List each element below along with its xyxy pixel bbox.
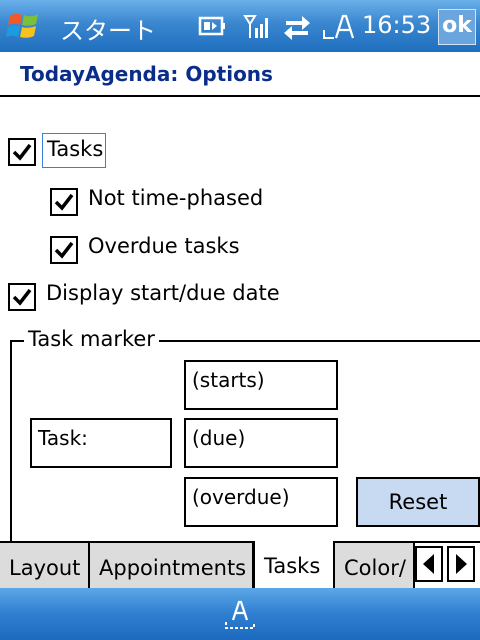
tab-appointments[interactable]: Appointments [90, 543, 254, 590]
title-bar: スタート 16:53 ok [0, 0, 480, 52]
tab-scroll-left-button[interactable] [415, 546, 443, 582]
battery-icon[interactable] [198, 12, 228, 40]
task-marker-title: Task marker [24, 327, 159, 351]
checkmark-icon [12, 288, 32, 306]
overdue-tasks-label[interactable]: Overdue tasks [88, 234, 240, 258]
task-marker-input[interactable]: Task: [30, 418, 172, 468]
start-label[interactable]: スタート [60, 11, 156, 46]
windows-flag-icon[interactable] [6, 8, 42, 44]
reset-button[interactable]: Reset [356, 477, 480, 527]
not-time-phased-checkbox[interactable] [50, 188, 78, 216]
tab-tasks[interactable]: Tasks [253, 541, 335, 590]
display-dates-label[interactable]: Display start/due date [46, 281, 280, 305]
left-arrow-icon [423, 554, 434, 574]
sync-arrows-icon[interactable] [282, 12, 312, 40]
signal-icon[interactable] [242, 12, 272, 40]
header-divider [0, 95, 480, 97]
tab-scroll-right-button[interactable] [447, 546, 475, 582]
checkmark-icon [12, 143, 32, 161]
input-A-icon[interactable] [322, 12, 356, 40]
ok-button[interactable]: ok [438, 9, 476, 45]
tab-layout[interactable]: Layout [0, 543, 90, 590]
overdue-tasks-checkbox[interactable] [50, 236, 78, 264]
due-marker-input[interactable]: (due) [184, 418, 338, 468]
not-time-phased-label[interactable]: Not time-phased [88, 186, 263, 210]
tasks-label[interactable]: Tasks [47, 137, 103, 161]
checkmark-icon [54, 193, 74, 211]
overdue-marker-input[interactable]: (overdue) [184, 477, 338, 527]
clock-time[interactable]: 16:53 [362, 11, 431, 39]
starts-marker-input[interactable]: (starts) [184, 360, 338, 410]
display-dates-checkbox[interactable] [8, 283, 36, 311]
page-title: TodayAgenda: Options [20, 62, 273, 86]
input-panel-icon[interactable] [222, 596, 258, 632]
tasks-checkbox[interactable] [8, 138, 36, 166]
right-arrow-icon [456, 554, 467, 574]
tab-color[interactable]: Color/ [335, 543, 415, 590]
checkmark-icon [54, 241, 74, 259]
tab-strip: Layout Appointments Tasks Color/ [0, 541, 480, 590]
